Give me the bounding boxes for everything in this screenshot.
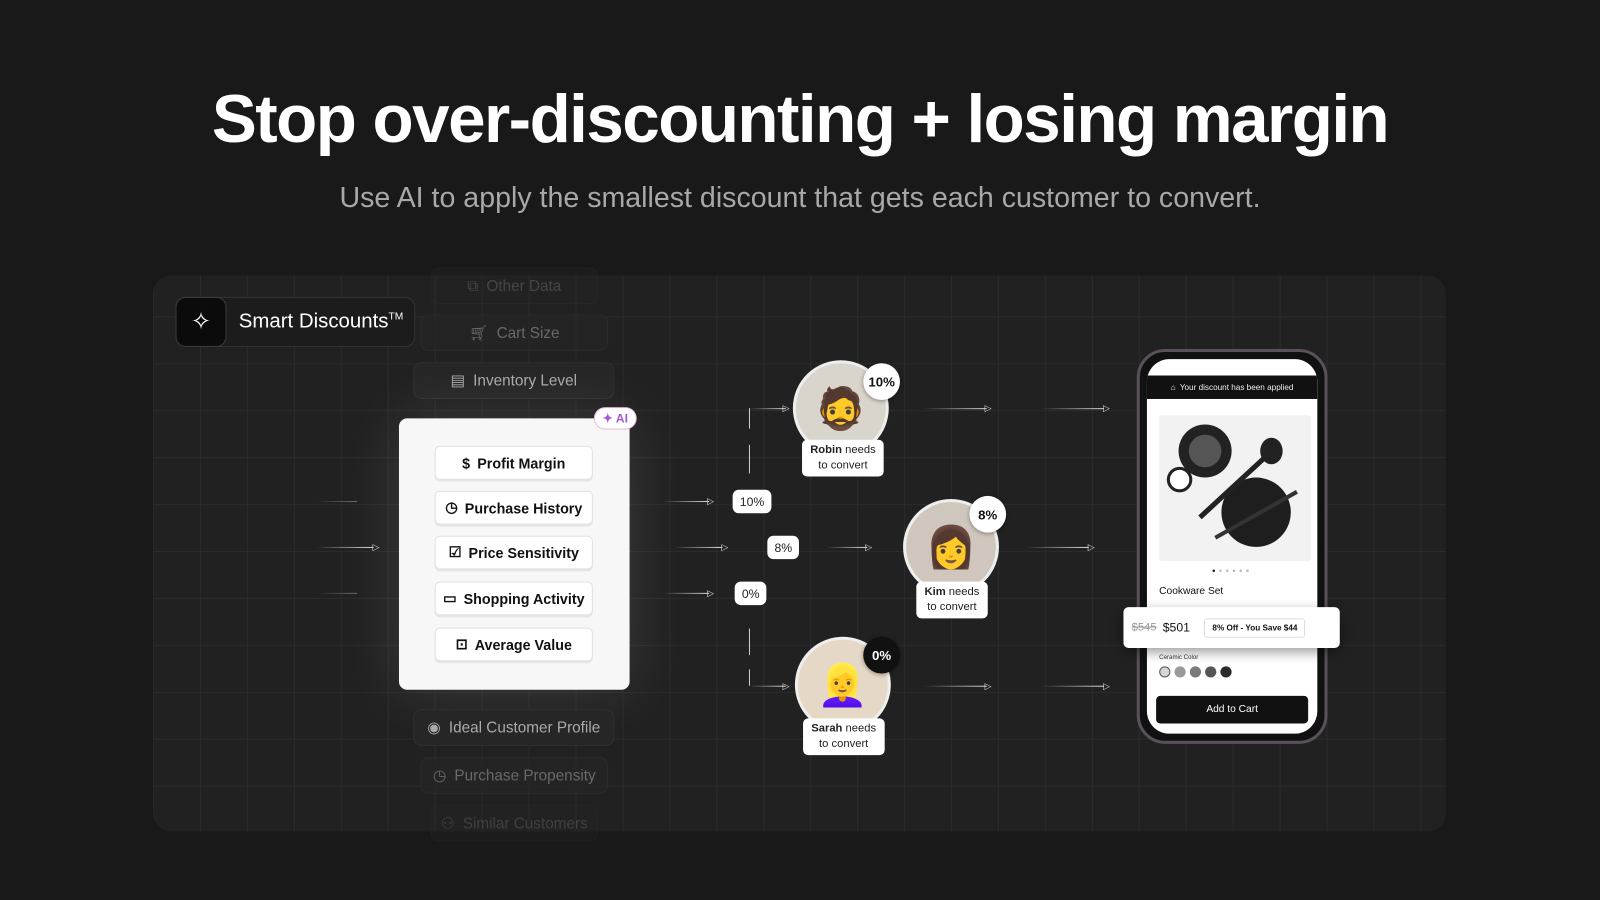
input-purchase-propensity: ◷ Purchase Propensity xyxy=(420,757,609,794)
arrow-icon: ▷ xyxy=(782,680,790,691)
signal-shopping-activity: ▭ Shopping Activity xyxy=(434,581,593,616)
connector xyxy=(748,444,750,474)
discount-badge-sarah: 0% xyxy=(863,636,900,674)
phone-mockup: ⌂ Your discount has been applied ●●●●●● C… xyxy=(1136,348,1328,744)
signal-price-sensitivity: ☑ Price Sensitivity xyxy=(434,535,593,570)
connector xyxy=(316,501,358,503)
price-callout: $545 $501 8% Off - You Save $44 xyxy=(1123,607,1340,648)
connector xyxy=(316,546,374,548)
color-swatch[interactable] xyxy=(1189,666,1202,678)
page-title: Stop over-discounting + losing margin xyxy=(211,80,1390,157)
clock-icon: ◷ xyxy=(432,767,447,785)
arrow-icon: ▷ xyxy=(1103,403,1111,414)
old-price: $545 xyxy=(1131,621,1157,634)
arrow-icon: ▷ xyxy=(984,403,992,414)
customer-label-robin: Robin needs to convert xyxy=(802,439,884,477)
input-cart-size: 🛒︎ Cart Size xyxy=(420,314,609,352)
signal-purchase-history: ◷ Purchase History xyxy=(434,490,593,525)
connector xyxy=(673,546,723,548)
arrow-icon: ▷ xyxy=(372,541,380,553)
receipt-icon: ☑ xyxy=(448,543,462,561)
arrow-icon: ▷ xyxy=(721,541,729,553)
color-swatch[interactable] xyxy=(1174,666,1186,678)
archive-icon: ▤ xyxy=(450,372,466,390)
cash-icon: ⊡ xyxy=(455,635,468,653)
color-label: Ceramic Color xyxy=(1159,655,1199,662)
page-subtitle: Use AI to apply the smallest discount th… xyxy=(339,181,1261,214)
connector xyxy=(748,628,750,656)
color-swatch[interactable] xyxy=(1205,666,1217,678)
arrow-icon: ▷ xyxy=(1087,541,1095,553)
product-title: Cookware Set xyxy=(1159,585,1224,597)
customer-label-kim: Kim needs to convert xyxy=(916,581,988,619)
connector xyxy=(748,685,786,687)
input-similar-customers: ⚇ Similar Customers xyxy=(430,805,598,842)
discount-tag-0: 0% xyxy=(734,581,767,606)
brand-badge: ✧ Smart DiscountsTM xyxy=(175,296,416,347)
ai-badge: ✦ AI xyxy=(593,407,637,430)
customer-label-sarah: Sarah needs to convert xyxy=(803,718,885,756)
connector xyxy=(1025,546,1089,548)
discount-banner: ⌂ Your discount has been applied xyxy=(1146,375,1318,399)
discount-badge-kim: 8% xyxy=(969,495,1007,533)
discount-badge-robin: 10% xyxy=(863,363,900,400)
signal-profit-margin: $ Profit Margin xyxy=(434,445,593,480)
connector xyxy=(923,408,987,410)
color-swatch[interactable] xyxy=(1220,666,1232,678)
color-swatch[interactable] xyxy=(1159,666,1171,678)
arrow-icon: ▷ xyxy=(782,403,790,414)
connector xyxy=(663,592,710,594)
data-icon: ⧉ xyxy=(467,277,479,295)
color-swatches xyxy=(1159,666,1232,678)
discount-tag-8: 8% xyxy=(767,535,800,560)
new-price: $501 xyxy=(1162,620,1190,635)
connector xyxy=(748,408,786,410)
connector xyxy=(748,408,750,429)
input-inventory-level: ▤ Inventory Level xyxy=(413,362,615,399)
cookware-image xyxy=(1166,424,1298,547)
trademark: TM xyxy=(388,311,404,323)
input-other-data: ⧉ Other Data xyxy=(430,267,598,305)
cart-icon: 🛒︎ xyxy=(469,324,489,342)
clock-icon: ◷ xyxy=(445,498,458,516)
input-ideal-customer-profile: ◉ Ideal Customer Profile xyxy=(413,709,615,746)
users-icon: ⚇ xyxy=(440,815,455,833)
connector xyxy=(748,669,750,686)
connector xyxy=(826,546,868,548)
savings-badge: 8% Off - You Save $44 xyxy=(1204,617,1306,638)
arrow-icon: ▷ xyxy=(865,541,873,553)
discount-tag-10: 10% xyxy=(732,489,772,514)
arrow-icon: ▷ xyxy=(707,587,715,598)
product-image xyxy=(1159,415,1312,562)
arrow-icon: ▷ xyxy=(707,495,715,507)
connector xyxy=(663,501,710,503)
connector xyxy=(1040,408,1105,410)
connector xyxy=(316,592,358,594)
sparkle-icon: ✧ xyxy=(175,296,227,347)
carousel-dots[interactable]: ●●●●●● xyxy=(1147,568,1317,574)
card-icon: ▭ xyxy=(442,589,457,607)
connector xyxy=(923,685,987,687)
connector xyxy=(1040,685,1105,687)
arrow-icon: ▷ xyxy=(1103,680,1111,691)
tag-icon: ⌂ xyxy=(1170,382,1176,392)
signal-average-value: ⊡ Average Value xyxy=(434,627,593,662)
user-circle-icon: ◉ xyxy=(427,719,441,737)
add-to-cart-button[interactable]: Add to Cart xyxy=(1156,695,1309,724)
dollar-icon: $ xyxy=(462,454,471,471)
arrow-icon: ▷ xyxy=(984,680,992,691)
brand-name: Smart Discounts xyxy=(238,310,389,333)
